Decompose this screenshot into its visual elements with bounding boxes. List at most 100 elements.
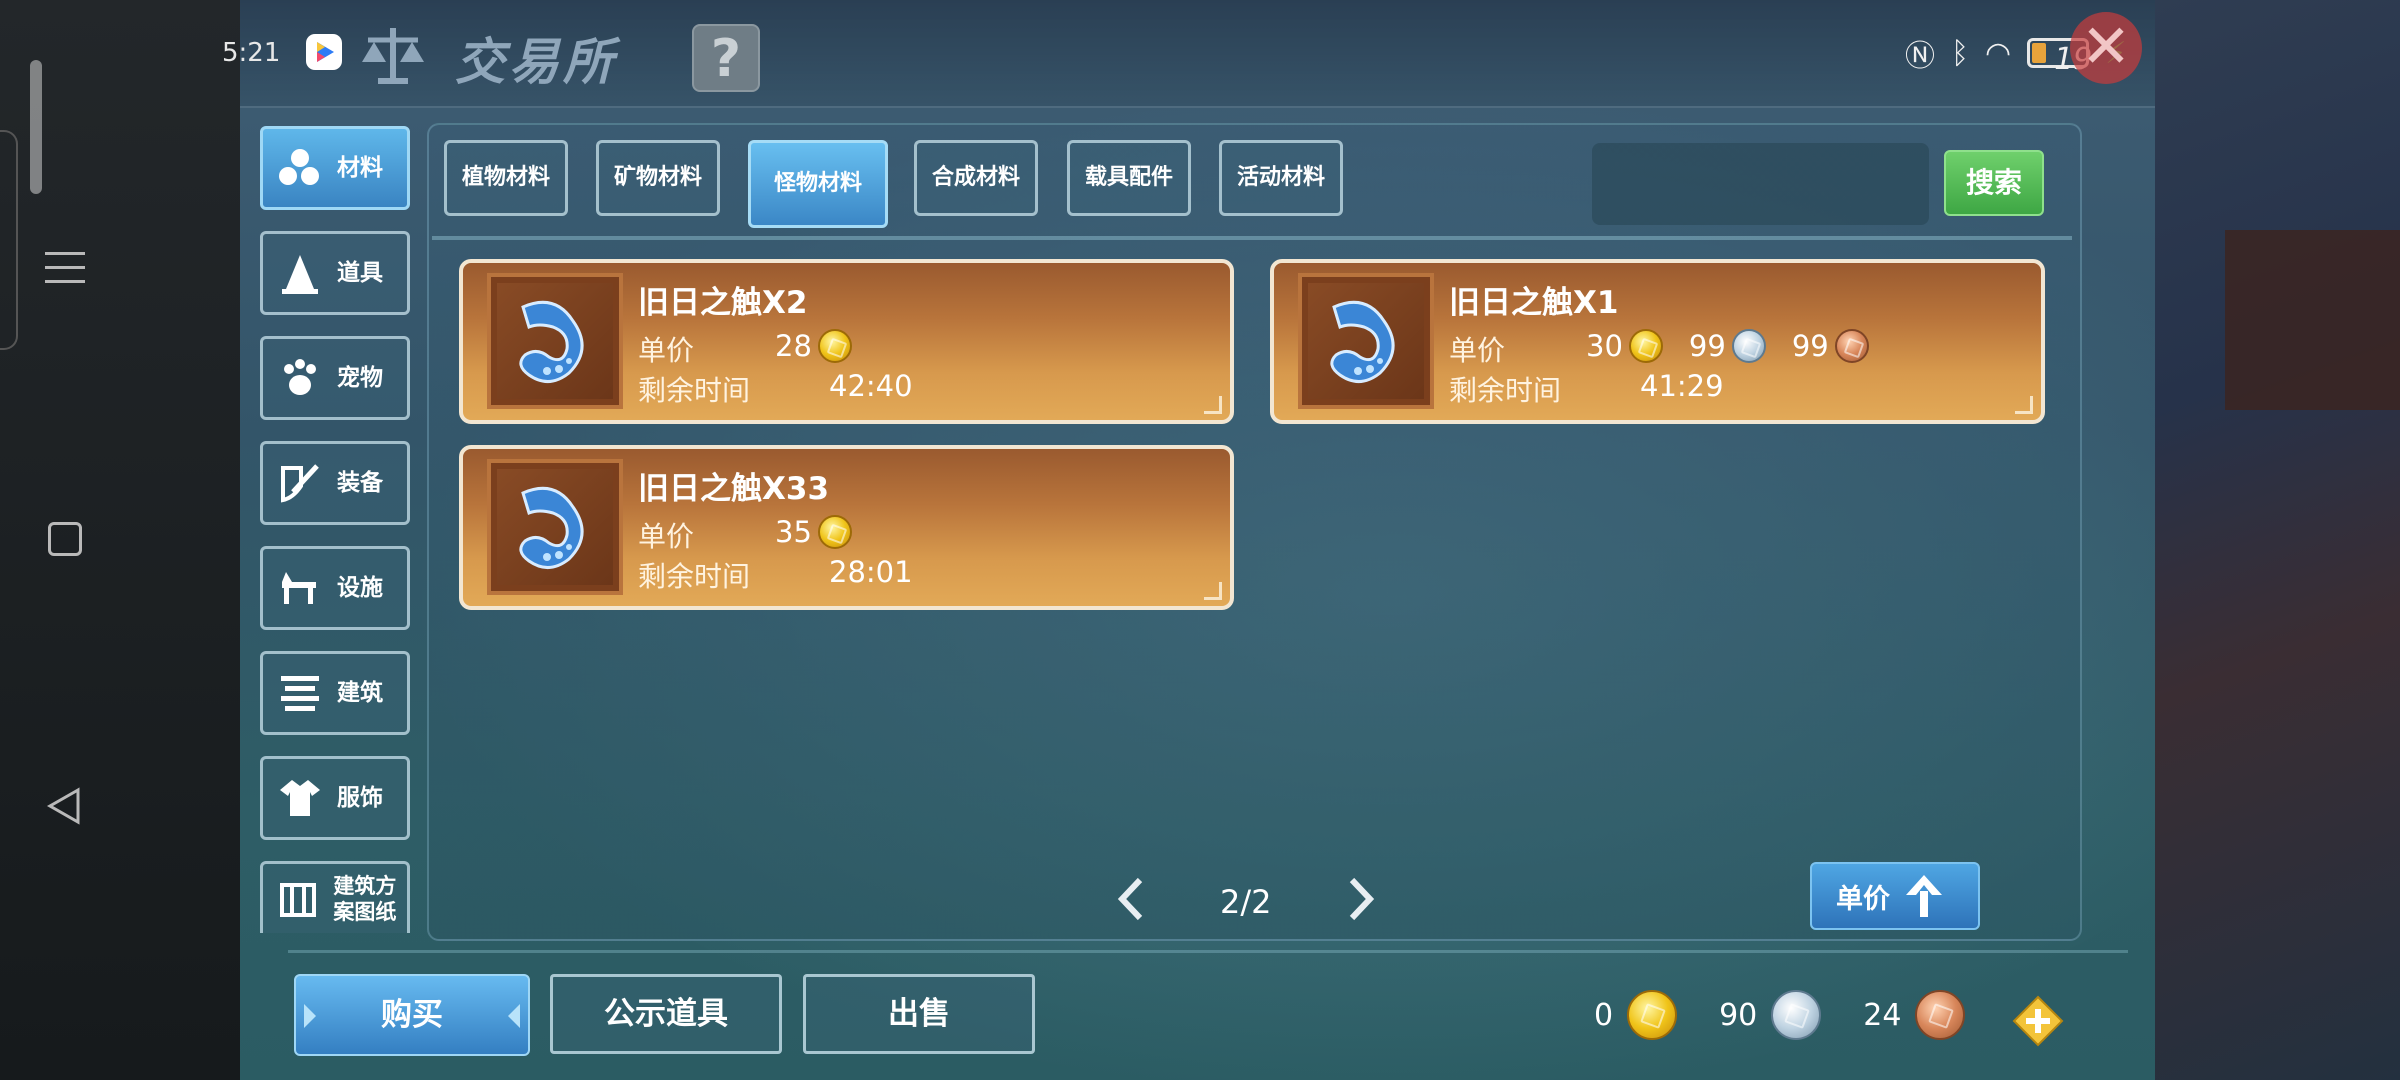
sort-arrow-icon	[1906, 875, 1942, 917]
status-time: 5:21	[222, 38, 281, 68]
menu-icon[interactable]	[45, 252, 85, 294]
facility-icon	[277, 565, 323, 611]
category-tools[interactable]: 道具	[260, 231, 410, 315]
category-label: 道具	[337, 260, 383, 286]
category-label: 建筑方案图纸	[333, 873, 397, 924]
gold-coin-icon	[1627, 990, 1678, 1040]
category-label: 设施	[337, 575, 383, 601]
bronze-coin-icon	[1834, 329, 1869, 363]
help-button[interactable]: ?	[692, 24, 760, 92]
category-materials[interactable]: 材料	[260, 126, 410, 210]
corner-mark-icon	[1204, 396, 1222, 414]
tentacle-icon	[519, 486, 584, 569]
subtab-event-materials[interactable]: 活动材料	[1219, 140, 1343, 216]
bronze-coin-icon	[1915, 990, 1966, 1040]
time-left-value: 28:01	[829, 555, 913, 589]
silver-amount: 99	[1688, 329, 1726, 363]
item-name: 旧日之触X2	[638, 285, 808, 321]
price-value: 35	[775, 515, 852, 549]
building-icon	[277, 670, 323, 716]
price-value: 28	[775, 329, 852, 363]
time-left-value: 42:40	[829, 369, 913, 403]
item-name: 旧日之触X33	[638, 471, 830, 507]
home-icon[interactable]	[48, 522, 82, 556]
app-notification-icon	[306, 34, 342, 70]
blueprint-icon	[277, 876, 319, 922]
materials-icon	[277, 145, 323, 191]
price-label: 单价	[638, 334, 695, 367]
price-value: 30 99 99	[1586, 329, 1869, 363]
time-left-label: 剩余时间	[638, 560, 751, 593]
gold-amount: 30	[1586, 329, 1623, 363]
subtab-monster-materials[interactable]: 怪物材料	[748, 140, 888, 228]
nfc-icon: Ⓝ	[1905, 39, 1935, 74]
sort-by-price-button[interactable]: 单价	[1810, 862, 1980, 930]
buy-tab-button[interactable]: 购买	[294, 974, 530, 1056]
add-currency-button[interactable]	[2012, 995, 2064, 1047]
category-pets[interactable]: 宠物	[260, 336, 410, 420]
tentacle-icon	[1330, 300, 1395, 383]
bluetooth-icon: ᛒ	[1951, 35, 1969, 71]
sell-tab-button[interactable]: 出售	[803, 974, 1035, 1054]
scale-icon	[362, 28, 424, 84]
right-scene-strip	[2155, 0, 2400, 1080]
subtab-plant-materials[interactable]: 植物材料	[444, 140, 568, 216]
price-label: 单价	[1449, 334, 1506, 367]
time-left-label: 剩余时间	[1449, 374, 1562, 407]
gold-amount: 35	[775, 515, 812, 549]
bronze-amount: 99	[1791, 329, 1829, 363]
category-clothing[interactable]: 服饰	[260, 756, 410, 840]
listing-card[interactable]: 旧日之触X33 单价 35 剩余时间 28:01	[459, 445, 1234, 610]
search-input[interactable]	[1592, 143, 1929, 225]
item-name: 旧日之触X1	[1449, 285, 1619, 321]
next-page-button[interactable]	[1346, 876, 1376, 922]
previous-page-button[interactable]	[1116, 876, 1146, 922]
close-button[interactable]: ✕	[2070, 12, 2142, 84]
back-icon[interactable]	[46, 786, 82, 826]
wallet-gold-amount: 0	[1594, 997, 1614, 1033]
item-thumbnail	[487, 273, 623, 409]
sort-label: 单价	[1836, 883, 1890, 915]
gold-coin-icon	[1628, 329, 1663, 363]
equipment-icon	[277, 460, 323, 506]
category-label: 装备	[337, 470, 383, 496]
paw-icon	[277, 355, 323, 401]
price-label: 单价	[638, 520, 695, 553]
wifi-icon: ◠	[1985, 35, 2012, 71]
bottom-divider	[288, 950, 2128, 953]
category-equipment[interactable]: 装备	[260, 441, 410, 525]
search-button[interactable]: 搜索	[1944, 150, 2044, 216]
tool-icon	[277, 250, 323, 296]
corner-mark-icon	[1204, 582, 1222, 600]
silver-coin-icon	[1731, 329, 1766, 363]
wallet-bronze-amount: 24	[1863, 997, 1902, 1033]
category-buildings[interactable]: 建筑	[260, 651, 410, 735]
listing-card[interactable]: 旧日之触X1 单价 30 99 99 剩余时间 41:29	[1270, 259, 2045, 424]
corner-mark-icon	[2015, 396, 2033, 414]
category-label: 建筑	[337, 680, 383, 706]
category-label: 材料	[337, 155, 383, 181]
category-blueprints[interactable]: 建筑方案图纸	[260, 861, 410, 933]
page-indicator: 2/2	[1220, 883, 1272, 921]
category-label: 服饰	[337, 785, 383, 811]
wallet-silver-amount: 90	[1719, 997, 1758, 1033]
edge-gesture-hint	[0, 130, 18, 350]
publicity-items-button[interactable]: 公示道具	[550, 974, 782, 1054]
tentacle-icon	[519, 300, 584, 383]
gold-coin-icon	[817, 515, 852, 549]
sidebar-handle[interactable]	[30, 60, 42, 194]
gold-coin-icon	[817, 329, 852, 363]
item-thumbnail	[1298, 273, 1434, 409]
category-facilities[interactable]: 设施	[260, 546, 410, 630]
listing-card[interactable]: 旧日之触X2 单价 28 剩余时间 42:40	[459, 259, 1234, 424]
subtab-synthetic-materials[interactable]: 合成材料	[914, 140, 1038, 216]
clothing-icon	[277, 775, 323, 821]
category-label: 宠物	[337, 365, 383, 391]
subtab-vehicle-parts[interactable]: 载具配件	[1067, 140, 1191, 216]
wallet-balance: 0 90 24	[1594, 990, 1966, 1040]
time-left-label: 剩余时间	[638, 374, 751, 407]
silver-coin-icon	[1771, 990, 1822, 1040]
item-thumbnail	[487, 459, 623, 595]
page-title: 交易所	[455, 33, 617, 91]
subtab-mineral-materials[interactable]: 矿物材料	[596, 140, 720, 216]
